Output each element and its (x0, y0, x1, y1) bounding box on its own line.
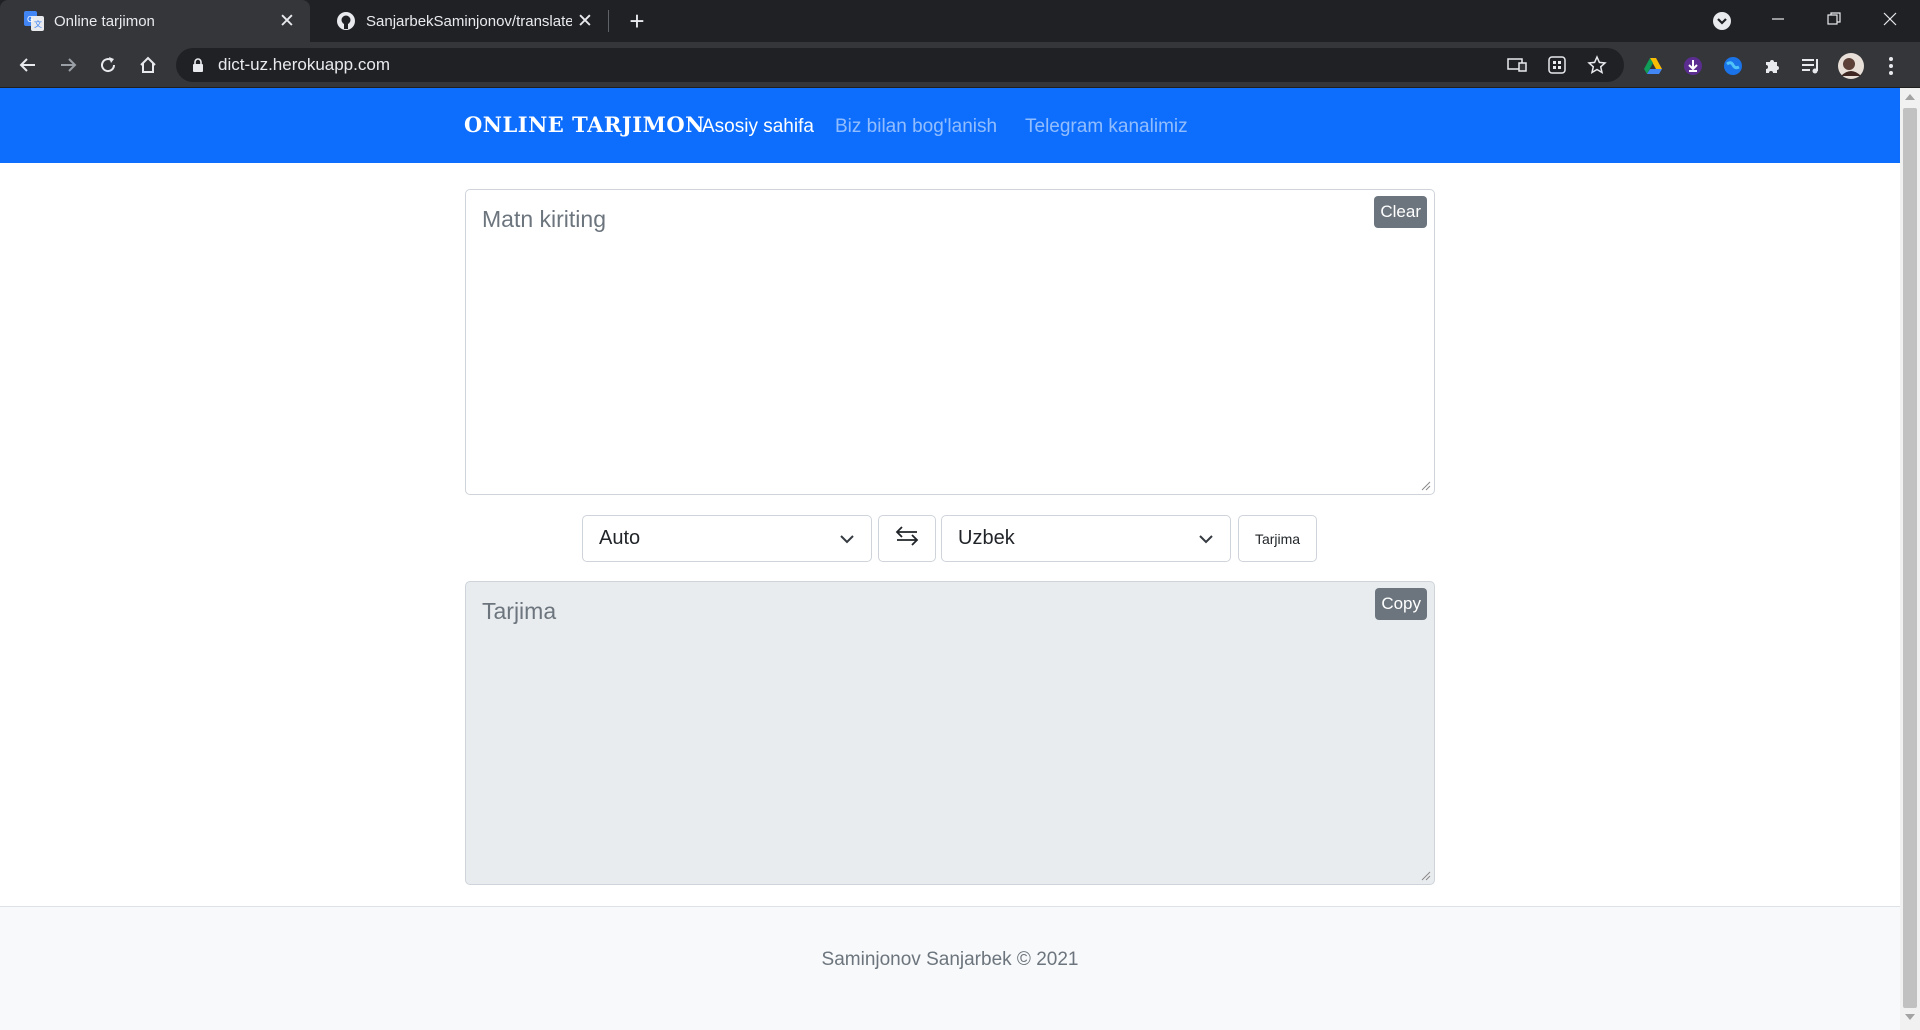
site-footer: Saminjonov Sanjarbek © 2021 (0, 906, 1900, 1030)
nav-link-home[interactable]: Asosiy sahifa (702, 116, 814, 138)
page-viewport: ONLINE TARJIMON Asosiy sahifa Biz bilan … (0, 88, 1900, 1030)
target-language-value: Uzbek (958, 527, 1015, 549)
nav-link-contact[interactable]: Biz bilan bog'lanish (835, 116, 997, 138)
google-translate-icon: G文 (24, 11, 44, 31)
download-extension-icon[interactable] (1678, 51, 1708, 81)
bookmark-star-icon[interactable] (1582, 52, 1612, 78)
tab-search-icon[interactable] (1710, 9, 1734, 33)
translate-button[interactable]: Tarjima (1238, 515, 1317, 562)
swap-arrows-icon (894, 525, 920, 552)
tab-close-icon[interactable]: ✕ (572, 8, 598, 34)
footer-copyright: Saminjonov Sanjarbek © 2021 (821, 949, 1079, 970)
source-language-value: Auto (599, 527, 641, 549)
site-navbar: ONLINE TARJIMON Asosiy sahifa Biz bilan … (0, 88, 1900, 163)
close-window-icon[interactable] (1862, 0, 1918, 38)
page-scrollbar[interactable] (1900, 88, 1920, 1030)
resize-handle-icon[interactable] (1421, 481, 1431, 491)
svg-text:文: 文 (34, 19, 42, 29)
translation-output[interactable]: Tarjima Copy (465, 581, 1435, 885)
cast-icon[interactable] (1502, 52, 1532, 78)
output-placeholder: Tarjima (482, 598, 557, 624)
restore-icon[interactable] (1806, 0, 1862, 38)
chevron-down-icon (839, 534, 855, 544)
apps-grid-icon[interactable] (1542, 52, 1572, 78)
tab-close-icon[interactable]: ✕ (274, 8, 300, 34)
home-icon[interactable] (132, 49, 164, 81)
tab-title: Online tarjimon (54, 12, 155, 30)
source-language-select[interactable]: Auto (582, 515, 872, 562)
lock-icon[interactable] (192, 58, 204, 72)
google-drive-icon[interactable] (1638, 51, 1668, 81)
source-placeholder: Matn kiriting (482, 206, 606, 232)
vpn-globe-icon[interactable] (1718, 51, 1748, 81)
scrollbar-thumb[interactable] (1903, 108, 1917, 1008)
url-text: dict-uz.herokuapp.com (218, 55, 390, 74)
svg-text:G: G (27, 15, 33, 24)
profile-avatar-icon[interactable] (1836, 51, 1866, 81)
browser-tabstrip: G文 Online tarjimon ✕ SanjarbekSaminjonov… (0, 0, 1920, 42)
forward-icon[interactable] (52, 49, 84, 81)
media-playlist-icon[interactable] (1796, 51, 1826, 81)
nav-link-telegram[interactable]: Telegram kanalimiz (1025, 116, 1188, 138)
copy-button[interactable]: Copy (1375, 588, 1427, 620)
resize-handle-icon[interactable] (1421, 871, 1431, 881)
new-tab-icon[interactable]: + (622, 6, 652, 36)
scroll-down-icon[interactable] (1905, 1014, 1915, 1020)
clear-button[interactable]: Clear (1374, 196, 1427, 228)
tab-github-repo[interactable]: SanjarbekSaminjonov/translate: C ✕ (312, 0, 608, 42)
address-bar[interactable]: dict-uz.herokuapp.com (176, 48, 1624, 82)
browser-menu-icon[interactable] (1876, 51, 1906, 81)
tab-title: SanjarbekSaminjonov/translate: C (366, 12, 572, 30)
source-text-input[interactable]: Matn kiriting Clear (465, 189, 1435, 495)
chevron-down-icon (1198, 534, 1214, 544)
back-icon[interactable] (12, 49, 44, 81)
site-brand[interactable]: ONLINE TARJIMON (464, 112, 705, 137)
target-language-select[interactable]: Uzbek (941, 515, 1231, 562)
reload-icon[interactable] (92, 49, 124, 81)
minimize-icon[interactable] (1750, 0, 1806, 38)
scroll-up-icon[interactable] (1905, 94, 1915, 100)
github-icon (336, 11, 356, 31)
tab-online-tarjimon[interactable]: G文 Online tarjimon ✕ (0, 0, 310, 42)
browser-toolbar: dict-uz.herokuapp.com (0, 42, 1920, 88)
extensions-puzzle-icon[interactable] (1757, 51, 1787, 81)
swap-languages-button[interactable] (878, 515, 936, 562)
tab-separator (608, 10, 609, 32)
